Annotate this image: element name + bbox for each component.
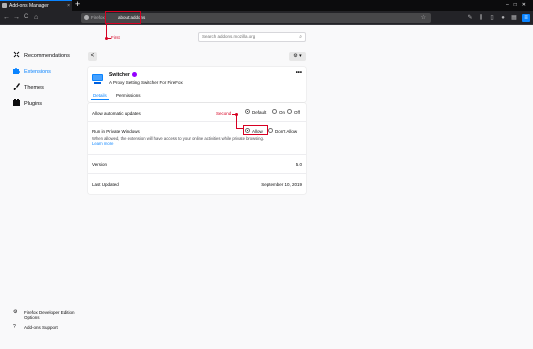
search-addons-input[interactable]: Search addons.mozilla.org ⌕ [198,32,306,42]
tab-strip: Add-ons Manager × + –□✕ [0,0,533,11]
support-label: Add-ons Support [24,325,58,330]
private-windows-label: Run in Private Windows [92,129,140,134]
sidebar-item-themes[interactable]: Themes [13,82,44,94]
options-line2: Options [24,315,40,320]
help-icon: ? [13,324,16,330]
close-tab-icon[interactable]: × [67,1,70,11]
option-label: Off [294,110,300,115]
extension-switcher-icon[interactable]: ▦ [510,14,518,22]
private-dont-allow-radio[interactable]: Don't Allow [268,128,297,135]
switcher-addon-icon [92,74,103,84]
back-to-list-button[interactable]: < [88,52,97,61]
close-window-icon[interactable]: ✕ [522,2,531,8]
annotation-connector [106,24,107,38]
sidebar-item-label: Extensions [24,69,51,75]
search-icon: ⌕ [299,34,302,40]
maximize-icon[interactable]: □ [514,2,522,8]
auto-updates-label: Allow automatic updates [92,111,141,116]
option-label: Don't Allow [275,129,298,134]
window-controls: –□✕ [506,0,531,11]
forward-button[interactable]: → [13,13,20,22]
annotation-connector [236,128,243,129]
plugins-block-icon [13,99,20,107]
home-button[interactable]: ⌂ [34,13,38,22]
sidebar-item-label: Themes [24,85,44,91]
sidebar-toggle-icon[interactable]: ▯ [488,14,496,22]
new-tab-button[interactable]: + [75,0,80,9]
addon-name: Switcher [109,72,130,78]
tools-gear-menu-button[interactable]: ⚙ ▾ [289,52,306,61]
puzzle-icon [2,3,7,8]
radio[interactable] [287,109,292,115]
navigation-toolbar: ← → C ⌂ Firefox about:addons ☆ ✎ ⫼ ▯ ● ▦… [0,11,533,25]
sidebar-item-label: Recommendations [24,53,70,59]
devtools-wrench-icon[interactable]: ✎ [466,14,474,22]
private-windows-row: Run in Private Windows Allow Don't Allow… [88,122,306,155]
version-value: 5.0 [295,162,302,167]
tab-addons-manager[interactable]: Add-ons Manager × [0,0,72,11]
menu-hamburger-icon[interactable]: ≡ [522,14,530,22]
tab-details[interactable]: Details [91,92,109,100]
sidebar-item-recommendations[interactable]: Recommendations [13,50,70,62]
last-updated-row: Last Updated September 10, 2019 [88,174,306,194]
radio[interactable] [268,128,273,134]
version-label: Version [92,162,108,167]
account-icon[interactable]: ● [499,14,507,22]
option-label: Default [252,110,267,115]
library-icon[interactable]: ⫼ [477,14,485,22]
sidebar-item-plugins[interactable]: Plugins [13,98,42,110]
tab-permissions[interactable]: Permissions [114,92,143,99]
addon-card: Switcher A Proxy Setting Switcher For Fi… [88,67,306,102]
update-on-radio[interactable]: On [272,109,285,116]
url-brand: Firefox [91,15,105,20]
annotation-first-label: First [111,35,120,40]
radio-checked[interactable] [245,109,250,115]
option-label: On [279,110,286,115]
tab-title: Add-ons Manager [9,3,49,9]
recommended-badge-icon [132,72,137,77]
extensions-puzzle-icon [13,67,20,75]
minimize-icon[interactable]: – [506,2,514,8]
addon-details-panel: Allow automatic updates Default On Off R… [88,103,306,194]
radio[interactable] [272,109,277,115]
auto-updates-row: Allow automatic updates Default On Off [88,103,306,122]
reload-button[interactable]: C [24,13,28,22]
annotation-url-highlight [105,11,141,24]
addon-description: A Proxy Setting Switcher For FireFox [109,80,183,85]
sidebar-item-label: Plugins [24,101,43,107]
version-row: Version 5.0 [88,155,306,174]
search-placeholder: Search addons.mozilla.org [202,34,256,39]
private-windows-note: When allowed, the extension will have ac… [92,136,302,146]
annotation-allow-highlight [243,125,268,135]
identity-icon[interactable] [84,15,89,20]
last-updated-label: Last Updated [92,182,119,187]
last-updated-value: September 10, 2019 [261,182,302,187]
annotation-second-label: Second [216,111,232,116]
note-text: When allowed, the extension will have ac… [92,136,265,141]
bookmark-star-icon[interactable]: ☆ [421,13,426,23]
addons-options-link[interactable]: ⚙ Firefox Developer Edition Options [13,309,75,321]
themes-brush-icon [13,83,20,91]
addons-support-link[interactable]: ? Add-ons Support [13,324,58,331]
recommendations-icon [13,51,20,58]
back-button[interactable]: ← [3,13,10,22]
sidebar-item-extensions[interactable]: Extensions [13,66,51,78]
update-default-radio[interactable]: Default [245,109,266,116]
more-options-button[interactable]: ••• [296,70,302,76]
gear-icon: ⚙ [13,309,18,315]
annotation-connector [236,115,237,128]
learn-more-link[interactable]: Learn more [92,141,113,146]
update-off-radio[interactable]: Off [287,109,300,116]
